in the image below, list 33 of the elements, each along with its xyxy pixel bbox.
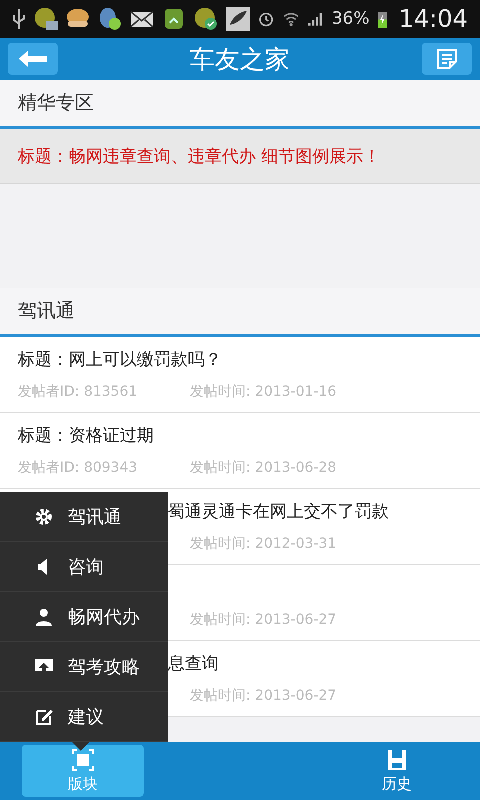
save-icon [387, 748, 407, 770]
menu-item[interactable]: 建议 [0, 692, 168, 742]
gear-icon [34, 506, 54, 526]
poster-id: 发帖者ID: 813561 [18, 382, 139, 400]
tab[interactable]: 历史 [336, 745, 458, 797]
post-time: 发帖时间: 2012-03-31 [190, 534, 337, 552]
compose-button[interactable] [422, 43, 472, 75]
post-time: 发帖时间: 2013-06-27 [190, 686, 337, 704]
featured-post-title[interactable]: 标题：畅网违章查询、违章代办 细节图例展示！ [0, 129, 480, 184]
post-time: 发帖时间: 2013-06-28 [190, 458, 337, 476]
menu-item[interactable]: 畅网代办 [0, 592, 168, 642]
check-badge-icon [194, 7, 218, 31]
poster-id: 发帖者ID: 809343 [18, 458, 139, 476]
page-title: 车友之家 [190, 44, 290, 76]
usb-icon [12, 7, 26, 31]
note-icon [435, 47, 459, 71]
post-time: 发帖时间: 2013-01-16 [190, 382, 337, 400]
frame-square-icon [72, 748, 94, 770]
post-time: 发帖时间: 2013-06-27 [190, 610, 337, 628]
menu-item[interactable]: 驾考攻略 [0, 642, 168, 692]
post-title[interactable]: 息查询 [168, 652, 219, 675]
battery-percentage: 36% [332, 9, 370, 29]
post-title[interactable]: 标题：资格证过期 [18, 424, 154, 447]
back-button[interactable] [8, 43, 58, 75]
menu-item[interactable]: 咨询 [0, 542, 168, 592]
person-icon [34, 606, 54, 626]
app-notification-icon [34, 7, 58, 31]
clock-time: 14:04 [398, 5, 468, 33]
menu-item[interactable]: 驾讯通 [0, 492, 168, 542]
post-title[interactable]: 标题：网上可以缴罚款吗？ [18, 348, 222, 371]
pea-pod-icon [226, 7, 250, 31]
post-title[interactable]: 蜀通灵通卡在网上交不了罚款 [168, 500, 389, 523]
back-arrow-icon [18, 50, 48, 68]
